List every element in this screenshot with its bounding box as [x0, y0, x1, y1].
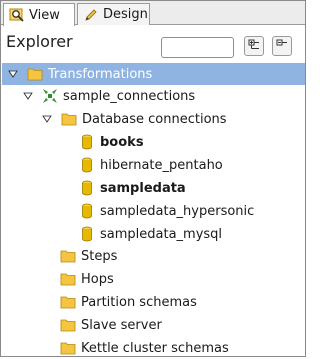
tree-node-label: hibernate_pentaho	[100, 157, 223, 173]
tree-node-label: Transformations	[48, 66, 153, 82]
expanded-arrow-icon[interactable]	[41, 113, 53, 125]
pencil-icon	[83, 7, 99, 23]
magnifier-icon	[9, 7, 25, 23]
database-icon	[79, 226, 95, 242]
database-icon	[79, 203, 95, 219]
tab-design-label: Design	[103, 7, 148, 22]
folder-icon	[60, 317, 76, 333]
folder-icon	[60, 248, 76, 264]
folder-icon	[27, 66, 43, 82]
folder-icon	[60, 340, 76, 356]
tree-node-partition-schemas[interactable]: Partition schemas	[60, 291, 197, 313]
tree-node-kettle-cluster-schemas[interactable]: Kettle cluster schemas	[60, 337, 229, 359]
expand-all-button[interactable]	[244, 36, 264, 56]
folder-icon	[60, 271, 76, 287]
folder-icon	[61, 111, 77, 127]
search-input[interactable]	[161, 37, 234, 58]
perspective-tabs: View Design	[1, 1, 305, 26]
database-icon	[79, 134, 95, 150]
tree-node-label: sampledata	[100, 180, 186, 196]
tree-node-label: books	[100, 134, 144, 150]
expanded-arrow-icon[interactable]	[22, 90, 34, 102]
tree-node-connection[interactable]: books	[79, 131, 144, 153]
collapse-all-button[interactable]	[272, 36, 292, 56]
tree-node-connection[interactable]: hibernate_pentaho	[79, 154, 223, 176]
tree-node-connection[interactable]: sampledata_hypersonic	[79, 200, 254, 222]
tree-node-hops[interactable]: Hops	[60, 268, 114, 290]
tab-design[interactable]: Design	[77, 3, 150, 25]
explorer-title: Explorer	[6, 32, 73, 51]
database-icon	[79, 180, 95, 196]
tree-node-label: sample_connections	[63, 88, 196, 104]
tree-node-label: Database connections	[82, 111, 227, 127]
tree-node-label: Steps	[81, 248, 118, 264]
tree-node-connection[interactable]: sampledata	[79, 177, 186, 199]
expanded-arrow-icon[interactable]	[7, 68, 19, 80]
tree-node-label: Kettle cluster schemas	[81, 340, 229, 356]
tab-view[interactable]: View	[3, 3, 75, 26]
transformation-icon	[42, 88, 58, 104]
tree-node-steps[interactable]: Steps	[60, 245, 117, 267]
tree-node-label: sampledata_hypersonic	[100, 203, 255, 219]
folder-icon	[60, 294, 76, 310]
tree-node-connection[interactable]: sampledata_mysql	[79, 223, 222, 245]
tree-node-label: Partition schemas	[81, 294, 197, 310]
tab-view-label: View	[29, 7, 60, 23]
explorer-panel: View Design Explorer Transformations sam…	[0, 0, 306, 357]
tree-node-label: sampledata_mysql	[100, 226, 223, 242]
expand-all-icon	[248, 39, 260, 54]
collapse-all-icon	[276, 39, 288, 54]
tree-node-transformation[interactable]: sample_connections	[22, 85, 195, 107]
tree-node-transformations[interactable]: Transformations	[2, 63, 305, 85]
tree-node-label: Hops	[81, 271, 114, 287]
tree-node-slave-server[interactable]: Slave server	[60, 314, 162, 336]
tree-node-label: Slave server	[81, 317, 162, 333]
database-icon	[79, 157, 95, 173]
tree-node-database-connections[interactable]: Database connections	[41, 108, 227, 130]
